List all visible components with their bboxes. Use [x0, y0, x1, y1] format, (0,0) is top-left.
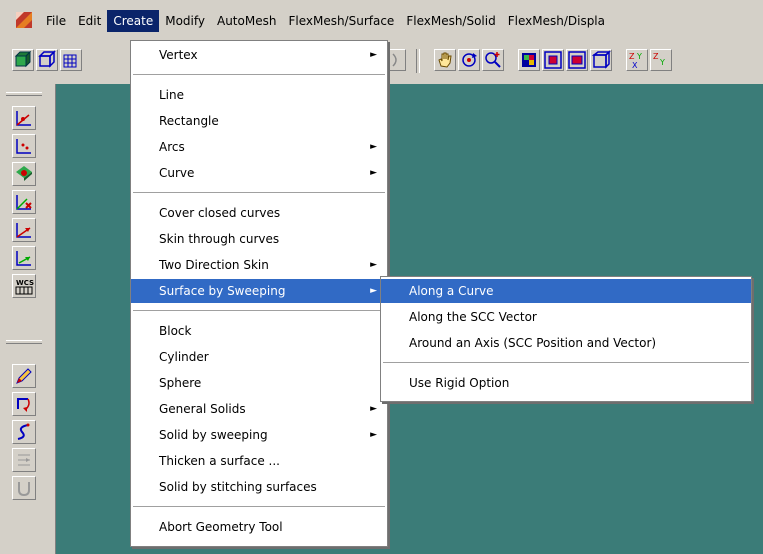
menu-item-vertex[interactable]: Vertex ►: [131, 43, 387, 67]
submenu-arrow-icon: ►: [370, 430, 377, 440]
menu-item-label: Cover closed curves: [159, 206, 281, 220]
menu-item-solid-by-sweeping[interactable]: Solid by sweeping ►: [131, 423, 387, 447]
s-curve-icon[interactable]: [12, 420, 36, 444]
menu-item-curve[interactable]: Curve ►: [131, 161, 387, 185]
menu-modify[interactable]: Modify: [159, 10, 211, 32]
view-iso-icon[interactable]: [12, 49, 34, 71]
menu-flexmesh-solid[interactable]: FlexMesh/Solid: [400, 10, 501, 32]
menu-item-cylinder[interactable]: Cylinder: [131, 345, 387, 369]
pan-hand-icon[interactable]: [434, 49, 456, 71]
menu-item-block[interactable]: Block: [131, 319, 387, 343]
menu-item-abort-geometry-tool[interactable]: Abort Geometry Tool: [131, 515, 387, 539]
grid-snap-icon[interactable]: [12, 448, 36, 472]
menu-item-label: Cylinder: [159, 350, 209, 364]
menu-item-label: Curve: [159, 166, 195, 180]
view-top-icon[interactable]: [590, 49, 612, 71]
wcs-icon[interactable]: WCS: [12, 274, 36, 298]
zoom-icon[interactable]: [482, 49, 504, 71]
vector-offset-icon[interactable]: [12, 246, 36, 270]
vertex-project-icon[interactable]: [12, 162, 36, 186]
svg-text:X: X: [632, 61, 638, 70]
axis-zy-icon[interactable]: ZY: [650, 49, 672, 71]
submenu-arrow-icon: ►: [370, 50, 377, 60]
menu-item-line[interactable]: Line: [131, 83, 387, 107]
toolbar-button[interactable]: [388, 49, 406, 71]
menu-item-solid-by-stitching-surfaces[interactable]: Solid by stitching surfaces: [131, 475, 387, 499]
menu-separator: [383, 362, 749, 363]
toolbar-grip: [6, 340, 42, 344]
menu-item-label: Two Direction Skin: [159, 258, 269, 272]
toolbar-separator: [416, 49, 420, 73]
app-logo-icon: [16, 12, 32, 28]
menu-flexmesh-displa[interactable]: FlexMesh/Displa: [502, 10, 611, 32]
svg-text:Y: Y: [659, 58, 665, 67]
svg-text:Y: Y: [636, 52, 642, 61]
view-front-icon[interactable]: [542, 49, 564, 71]
menu-edit[interactable]: Edit: [72, 10, 107, 32]
menu-items: File Edit Create Modify AutoMesh FlexMesh/Sur…: [40, 10, 611, 32]
menu-item-label: Block: [159, 324, 192, 338]
svg-text:WCS: WCS: [16, 279, 34, 287]
menu-flexmesh-surface[interactable]: FlexMesh/Surface: [282, 10, 400, 32]
svg-text:Z: Z: [629, 52, 635, 61]
menu-item-along-a-curve[interactable]: Along a Curve: [381, 279, 751, 303]
geometry-toolbar: WCS: [0, 84, 50, 554]
vertex-delete-icon[interactable]: [12, 190, 36, 214]
menu-item-two-direction-skin[interactable]: Two Direction Skin ►: [131, 253, 387, 277]
menu-item-label: Rectangle: [159, 114, 219, 128]
surface-by-sweeping-submenu: Along a Curve Along the SCC Vector Around …: [380, 276, 752, 402]
render-icon[interactable]: [518, 49, 540, 71]
menu-separator: [133, 192, 385, 193]
menu-item-label: Sphere: [159, 376, 202, 390]
menu-item-along-the-scc-vector[interactable]: Along the SCC Vector: [381, 305, 751, 329]
menu-item-rectangle[interactable]: Rectangle: [131, 109, 387, 133]
submenu-arrow-icon: ►: [370, 168, 377, 178]
menu-item-label: Solid by stitching surfaces: [159, 480, 317, 494]
menu-item-label: Skin through curves: [159, 232, 280, 246]
menu-item-sphere[interactable]: Sphere: [131, 371, 387, 395]
menu-item-surface-by-sweeping[interactable]: Surface by Sweeping ►: [131, 279, 387, 303]
menu-item-label: Abort Geometry Tool: [159, 520, 283, 534]
vertex-points-icon[interactable]: [12, 134, 36, 158]
mesh-view-icon[interactable]: [60, 49, 82, 71]
rotate-icon[interactable]: [458, 49, 480, 71]
menu-item-thicken-a-surface[interactable]: Thicken a surface ...: [131, 449, 387, 473]
menu-separator: [133, 506, 385, 507]
menu-item-label: Arcs: [159, 140, 185, 154]
menu-automesh[interactable]: AutoMesh: [211, 10, 282, 32]
menu-item-general-solids[interactable]: General Solids ►: [131, 397, 387, 421]
menu-item-use-rigid-option[interactable]: Use Rigid Option: [381, 371, 751, 395]
menu-item-label: Line: [159, 88, 185, 102]
menu-item-label: Vertex: [159, 48, 198, 62]
toolbar-grip: [6, 92, 42, 96]
axis-xy-icon[interactable]: ZYX: [626, 49, 648, 71]
menu-item-arcs[interactable]: Arcs ►: [131, 135, 387, 159]
submenu-arrow-icon: ►: [370, 260, 377, 270]
menu-create[interactable]: Create: [107, 10, 160, 32]
menu-item-label: Surface by Sweeping: [159, 284, 286, 298]
menu-separator: [133, 74, 385, 75]
view-iso2-icon[interactable]: [36, 49, 58, 71]
u-curve-icon[interactable]: [12, 476, 36, 500]
svg-text:Z: Z: [653, 52, 659, 61]
menu-item-label: Thicken a surface ...: [159, 454, 280, 468]
menu-file[interactable]: File: [40, 10, 72, 32]
create-menu: Vertex ► Line Rectangle Arcs ► Curve ► Cover clo…: [130, 40, 388, 547]
rotate-curve-icon[interactable]: [12, 392, 36, 416]
view-side-icon[interactable]: [566, 49, 588, 71]
vector-icon[interactable]: [12, 218, 36, 242]
menu-item-label: General Solids: [159, 402, 246, 416]
submenu-arrow-icon: ►: [370, 286, 377, 296]
menu-item-skin-through-curves[interactable]: Skin through curves: [131, 227, 387, 251]
submenu-arrow-icon: ►: [370, 142, 377, 152]
menu-item-around-an-axis-scc-position-and-vector[interactable]: Around an Axis (SCC Position and Vector): [381, 331, 751, 355]
menu-bar: File Edit Create Modify AutoMesh FlexMesh/Sur…: [0, 0, 763, 40]
vertex-create-icon[interactable]: [12, 106, 36, 130]
menu-item-cover-closed-curves[interactable]: Cover closed curves: [131, 201, 387, 225]
menu-separator: [133, 310, 385, 311]
pencil-icon[interactable]: [12, 364, 36, 388]
submenu-arrow-icon: ►: [370, 404, 377, 414]
menu-item-label: Solid by sweeping: [159, 428, 268, 442]
